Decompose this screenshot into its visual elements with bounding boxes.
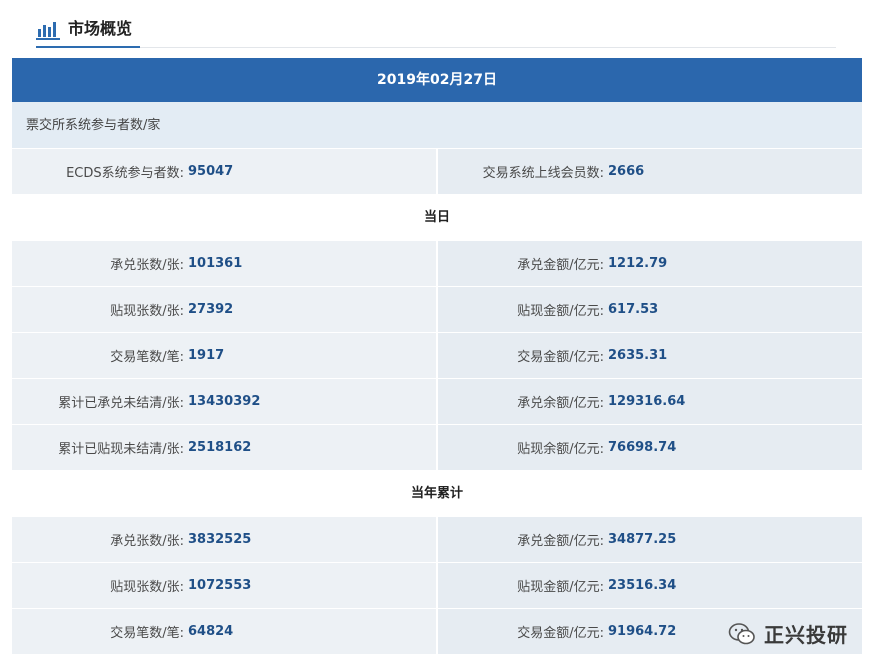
- table-row: 累计已承兑未结清/张: 13430392 承兑余额/亿元: 129316.64: [12, 379, 862, 425]
- table-cell: 承兑张数/张: 3832525: [12, 517, 438, 563]
- watermark: 正兴投研: [728, 619, 848, 648]
- table-cell: 累计已贴现未结清/张: 2518162: [12, 425, 438, 471]
- cell-label: 交易金额/亿元:: [517, 626, 604, 641]
- cell-value: 95047: [188, 164, 234, 179]
- table-cell: 交易笔数/笔: 1917: [12, 333, 438, 379]
- cell-label: 贴现余额/亿元:: [517, 442, 604, 457]
- cell-value: 23516.34: [608, 578, 677, 593]
- cell-value: 27392: [188, 302, 234, 317]
- ecds-participants-cell: ECDS系统参与者数: 95047: [12, 149, 438, 195]
- table-cell: 承兑金额/亿元: 34877.25: [438, 517, 862, 563]
- table-cell: 承兑余额/亿元: 129316.64: [438, 379, 862, 425]
- cell-label: 贴现张数/张:: [110, 304, 184, 319]
- cell-value: 101361: [188, 256, 243, 271]
- cell-label: 贴现张数/张:: [110, 580, 184, 595]
- cell-label: 承兑张数/张:: [110, 258, 184, 273]
- cell-value: 13430392: [188, 394, 261, 409]
- wechat-icon: [728, 622, 755, 644]
- cell-label: 贴现金额/亿元:: [517, 580, 604, 595]
- cell-value: 64824: [188, 624, 234, 639]
- cell-value: 76698.74: [608, 440, 677, 455]
- table-cell: 贴现金额/亿元: 617.53: [438, 287, 862, 333]
- cell-label: 交易金额/亿元:: [517, 350, 604, 365]
- table-row: 贴现张数/张: 1072553 贴现金额/亿元: 23516.34: [12, 563, 862, 609]
- year-section-title: 当年累计: [12, 471, 862, 517]
- cell-value: 2518162: [188, 440, 252, 455]
- cell-value: 2635.31: [608, 348, 668, 363]
- date-header: 2019年02月27日: [12, 58, 862, 102]
- cell-label: 承兑张数/张:: [110, 534, 184, 549]
- cell-value: 3832525: [188, 532, 252, 547]
- table-row: 交易笔数/笔: 1917 交易金额/亿元: 2635.31: [12, 333, 862, 379]
- cell-value: 1917: [188, 348, 225, 363]
- table-cell: 承兑金额/亿元: 1212.79: [438, 241, 862, 287]
- cell-value: 129316.64: [608, 394, 686, 409]
- cell-label: 交易笔数/笔:: [110, 626, 184, 641]
- page-title: 市场概览: [68, 19, 133, 38]
- page-header: 市场概览: [36, 12, 836, 48]
- cell-value: 1212.79: [608, 256, 668, 271]
- today-table: 承兑张数/张: 101361 承兑金额/亿元: 1212.79 贴现张数/张: 273…: [12, 241, 862, 471]
- participants-title: 票交所系统参与者数/家: [12, 102, 862, 149]
- bar-chart-icon: [36, 22, 60, 40]
- cell-value: 91964.72: [608, 624, 677, 639]
- cell-label: 承兑余额/亿元:: [517, 396, 604, 411]
- table-row: 贴现张数/张: 27392 贴现金额/亿元: 617.53: [12, 287, 862, 333]
- table-row: 承兑张数/张: 3832525 承兑金额/亿元: 34877.25: [12, 517, 862, 563]
- cell-label: 交易系统上线会员数:: [482, 166, 604, 181]
- market-overview-panel: 2019年02月27日 票交所系统参与者数/家 ECDS系统参与者数: 9504…: [12, 58, 862, 655]
- cell-label: ECDS系统参与者数:: [66, 166, 184, 181]
- cell-value: 1072553: [188, 578, 252, 593]
- online-members-cell: 交易系统上线会员数: 2666: [438, 149, 862, 195]
- table-row: 承兑张数/张: 101361 承兑金额/亿元: 1212.79: [12, 241, 862, 287]
- title-underline: [36, 46, 140, 48]
- cell-label: 累计已承兑未结清/张:: [58, 396, 184, 411]
- cell-value: 34877.25: [608, 532, 677, 547]
- table-cell: 贴现张数/张: 27392: [12, 287, 438, 333]
- participants-row: ECDS系统参与者数: 95047 交易系统上线会员数: 2666: [12, 149, 862, 195]
- cell-label: 承兑金额/亿元:: [517, 258, 604, 273]
- table-cell: 交易金额/亿元: 2635.31: [438, 333, 862, 379]
- watermark-text: 正兴投研: [764, 623, 848, 647]
- cell-label: 累计已贴现未结清/张:: [58, 442, 184, 457]
- table-cell: 贴现张数/张: 1072553: [12, 563, 438, 609]
- table-row: 累计已贴现未结清/张: 2518162 贴现余额/亿元: 76698.74: [12, 425, 862, 471]
- table-cell: 承兑张数/张: 101361: [12, 241, 438, 287]
- cell-label: 贴现金额/亿元:: [517, 304, 604, 319]
- table-cell: 贴现余额/亿元: 76698.74: [438, 425, 862, 471]
- today-section-title: 当日: [12, 195, 862, 241]
- cell-label: 承兑金额/亿元:: [517, 534, 604, 549]
- cell-value: 2666: [608, 164, 645, 179]
- table-cell: 交易笔数/笔: 64824: [12, 609, 438, 655]
- cell-label: 交易笔数/笔:: [110, 350, 184, 365]
- cell-value: 617.53: [608, 302, 659, 317]
- table-cell: 累计已承兑未结清/张: 13430392: [12, 379, 438, 425]
- table-cell: 贴现金额/亿元: 23516.34: [438, 563, 862, 609]
